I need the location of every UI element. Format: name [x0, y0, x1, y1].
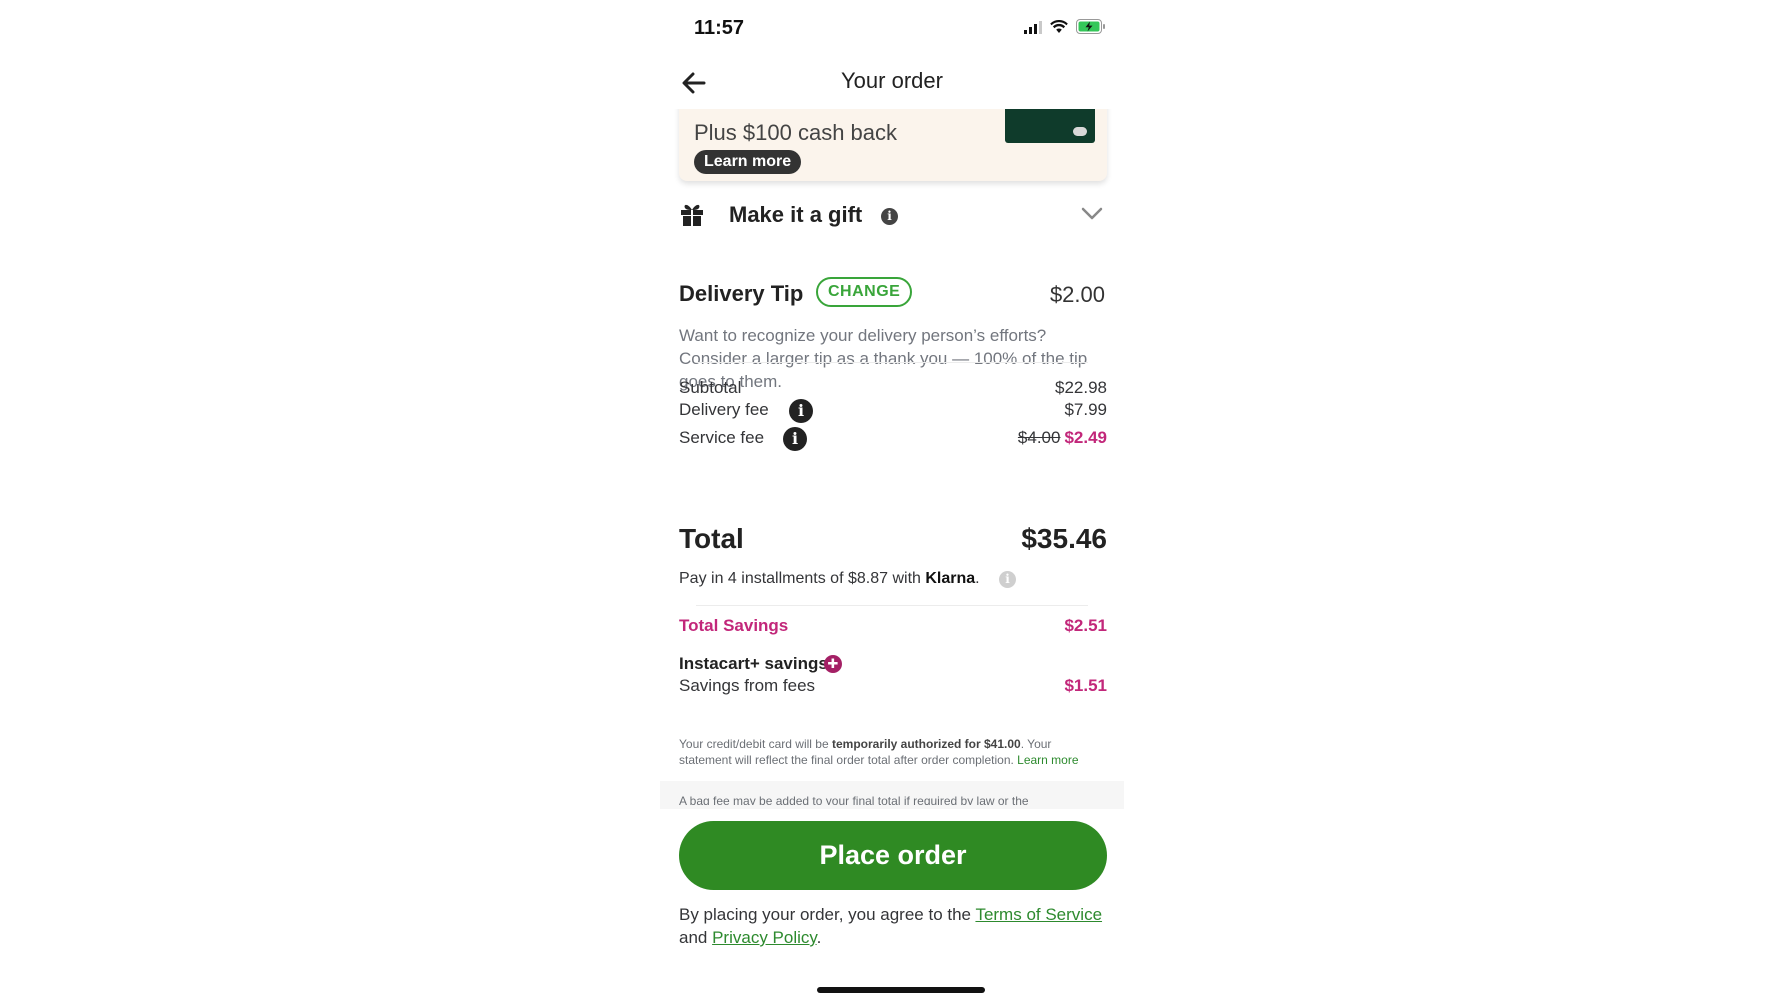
total-row: Total $35.46: [679, 523, 1107, 557]
order-scroll-area[interactable]: Plus $100 cash back Learn more instacart…: [660, 109, 1124, 809]
agreement-period: .: [816, 928, 822, 947]
subtotal-label: Subtotal: [679, 378, 742, 397]
delivery-fee-info-icon[interactable]: i: [789, 399, 813, 423]
subtotal-value: $22.98: [1055, 378, 1107, 397]
promo-learn-more-button[interactable]: Learn more: [694, 150, 802, 174]
delivery-fee-row: Delivery fee i $7.99: [679, 399, 1107, 423]
savings-from-fees-label: Savings from fees: [679, 676, 816, 695]
total-value: $35.46: [1021, 523, 1107, 554]
klarna-installments: Pay in 4 installments of $8.87 with Klar…: [679, 570, 980, 588]
authorization-text: Your credit/debit card will be: [679, 737, 832, 751]
card-network-logo: [1073, 127, 1087, 136]
service-fee-row: Service fee i $4.00 $2.49: [679, 427, 1107, 451]
status-time: 11:57: [694, 17, 745, 39]
service-fee-value: $4.00 $2.49: [1018, 428, 1107, 448]
total-savings-row: Total Savings $2.51: [679, 616, 1107, 638]
page-title: Your order: [841, 68, 943, 93]
delivery-tip-title: Delivery Tip: [679, 281, 804, 306]
status-bar: 11:57: [660, 0, 1124, 50]
authorization-learn-more-link[interactable]: Learn more: [1017, 753, 1078, 767]
place-order-button[interactable]: Place order: [679, 821, 1107, 890]
change-tip-button[interactable]: CHANGE: [816, 277, 913, 307]
authorization-amount: temporarily authorized for $41.00: [831, 737, 1021, 751]
delivery-fee-value: $7.99: [1064, 400, 1107, 419]
service-fee-info-icon[interactable]: i: [783, 427, 807, 451]
klarna-text: Pay in 4 installments of $8.87 with: [679, 570, 926, 587]
credit-card-image: instacart: [1005, 109, 1095, 143]
instacart-plus-badge-icon: ✚: [824, 655, 842, 673]
privacy-policy-link[interactable]: Privacy Policy: [712, 928, 817, 947]
terms-of-service-link[interactable]: Terms of Service: [975, 905, 1102, 924]
make-it-a-gift-row[interactable]: Make it a gift i: [679, 193, 1107, 237]
terms-agreement: By placing your order, you agree to the …: [679, 903, 1109, 949]
authorization-notice: Your credit/debit card will be temporari…: [679, 736, 1107, 768]
cellular-signal-icon: [1024, 20, 1042, 34]
header: Your order: [660, 55, 1124, 109]
agreement-and: and: [679, 928, 713, 947]
gift-label: Make it a gift: [729, 202, 863, 227]
gift-info-icon[interactable]: i: [881, 208, 898, 225]
klarna-info-icon[interactable]: i: [999, 571, 1016, 588]
klarna-suffix: .: [975, 570, 980, 587]
home-indicator[interactable]: [817, 987, 985, 993]
subtotal-row: Subtotal $22.98: [679, 378, 1107, 400]
savings-from-fees-row: Savings from fees $1.51: [679, 676, 1107, 698]
status-icons: [1024, 19, 1106, 34]
chevron-down-icon[interactable]: [1081, 207, 1103, 221]
total-savings-label: Total Savings: [679, 616, 789, 635]
delivery-fee-label: Delivery fee: [679, 400, 769, 419]
service-fee-original: $4.00: [1017, 428, 1061, 447]
divider: [696, 362, 1088, 363]
wifi-icon: [1050, 19, 1068, 33]
battery-charging-icon: [1076, 19, 1105, 34]
divider: [696, 605, 1088, 606]
service-fee-discounted: $2.49: [1064, 428, 1107, 447]
agreement-text: By placing your order, you agree to the: [679, 905, 976, 924]
credit-card-promo[interactable]: Plus $100 cash back Learn more instacart: [679, 109, 1107, 181]
service-fee-label: Service fee: [679, 428, 765, 447]
bag-fee-notice: A bag fee may be added to your final tot…: [679, 794, 1029, 805]
phone-screen: 11:57 Your order Plus $100 cash back Lea…: [660, 0, 1124, 1000]
savings-from-fees-value: $1.51: [1064, 676, 1107, 695]
instacart-plus-savings-label: Instacart+ savings: [679, 654, 828, 673]
gift-icon: [681, 204, 703, 226]
total-label: Total: [679, 523, 744, 554]
klarna-brand: Klarna: [925, 570, 976, 587]
promo-text: Plus $100 cash back: [694, 120, 898, 145]
total-savings-value: $2.51: [1064, 616, 1107, 635]
delivery-tip-amount: $2.00: [1049, 282, 1105, 307]
